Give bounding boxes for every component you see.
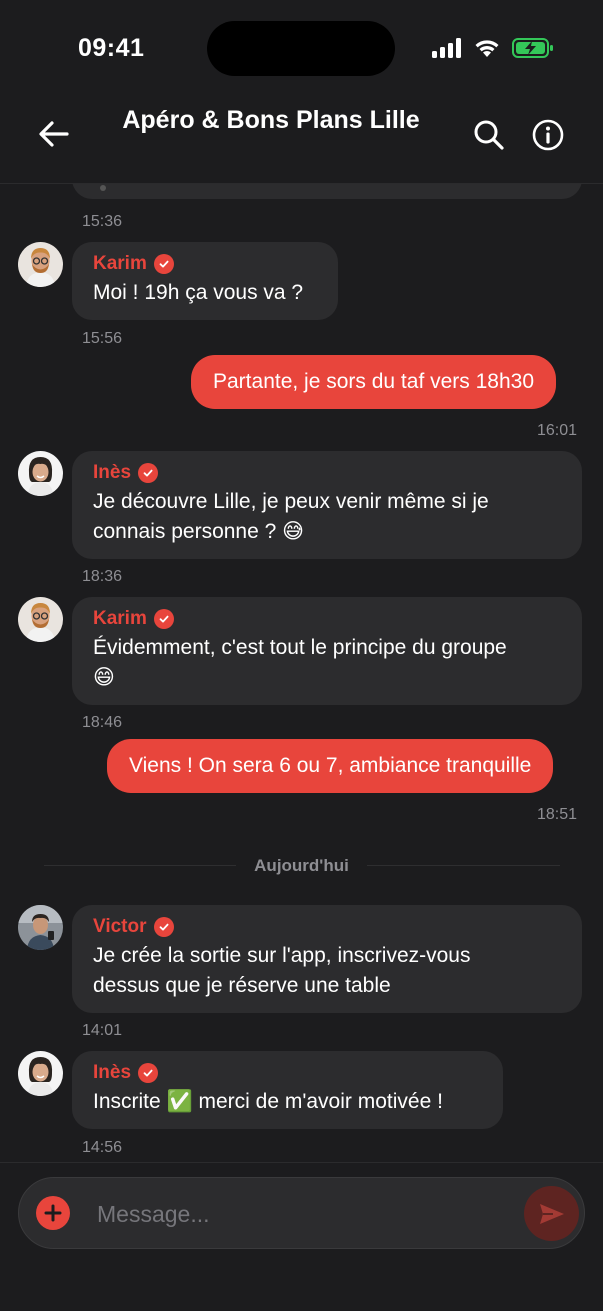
sender-name: Karim bbox=[93, 608, 561, 630]
message-timestamp: 18:36 bbox=[82, 568, 123, 585]
message-text: Je découvre Lille, je peux venir même si… bbox=[93, 487, 561, 547]
search-button[interactable] bbox=[472, 118, 506, 152]
sender-name: Karim bbox=[93, 253, 317, 275]
sender-label: Victor bbox=[93, 916, 147, 937]
sender-label: Inès bbox=[93, 462, 132, 483]
composer bbox=[0, 1162, 603, 1311]
previous-message-bubble bbox=[72, 184, 582, 199]
avatar-ines[interactable] bbox=[18, 451, 63, 496]
send-icon bbox=[539, 1203, 564, 1224]
message-timestamp: 16:01 bbox=[537, 422, 578, 439]
sender-label: Inès bbox=[93, 1062, 132, 1083]
message-bubble[interactable]: Karim Évidemment, c'est tout le principe… bbox=[72, 597, 582, 705]
arrow-left-icon bbox=[39, 121, 69, 147]
sender-name: Inès bbox=[93, 1062, 482, 1084]
add-attachment-button[interactable] bbox=[36, 1196, 70, 1230]
composer-box bbox=[18, 1177, 585, 1249]
info-button[interactable] bbox=[531, 118, 565, 152]
message-bubble[interactable]: Inès Je découvre Lille, je peux venir mê… bbox=[72, 451, 582, 559]
message-text: Inscrite ✅ merci de m'avoir motivée ! bbox=[93, 1090, 443, 1113]
message-text: Moi ! 19h ça vous va ? bbox=[93, 281, 304, 304]
message-input[interactable] bbox=[97, 1196, 507, 1232]
info-icon bbox=[532, 119, 564, 151]
avatar-karim[interactable] bbox=[18, 597, 63, 642]
sender-name: Inès bbox=[93, 462, 561, 484]
message-text: Évidemment, c'est tout le principe du gr… bbox=[93, 633, 561, 693]
avatar-karim[interactable] bbox=[18, 242, 63, 287]
back-button[interactable] bbox=[36, 116, 72, 152]
message-timestamp: 15:36 bbox=[82, 213, 123, 230]
message-timestamp: 18:51 bbox=[537, 806, 578, 823]
message-outgoing[interactable]: Viens ! On sera 6 ou 7, ambiance tranqui… bbox=[107, 739, 554, 793]
send-button[interactable] bbox=[524, 1186, 579, 1241]
message-text-line: 😄 bbox=[93, 666, 115, 689]
avatar-victor[interactable] bbox=[18, 905, 63, 950]
verified-check-icon bbox=[138, 463, 159, 483]
chat-header: Apéro & Bons Plans Lille bbox=[0, 96, 603, 184]
message-bubble[interactable]: Victor Je crée la sortie sur l'app, insc… bbox=[72, 905, 582, 1013]
message-list[interactable]: 15:36 Karim Moi ! 19h ça vous va ? 15:56… bbox=[0, 184, 603, 1162]
status-bar: 09:41 bbox=[0, 0, 603, 96]
sender-label: Karim bbox=[93, 253, 147, 274]
message-timestamp: 18:46 bbox=[82, 714, 123, 731]
message-text-line: Je crée la sortie sur l'app, inscrivez-v… bbox=[93, 944, 471, 967]
message-text: Je crée la sortie sur l'app, inscrivez-v… bbox=[93, 941, 561, 1001]
message-text-line: dessus que je réserve une table bbox=[93, 974, 391, 997]
verified-check-icon bbox=[153, 917, 174, 937]
wifi-icon bbox=[475, 40, 499, 57]
search-icon bbox=[474, 120, 504, 150]
message-text-line: Évidemment, c'est tout le principe du gr… bbox=[93, 636, 507, 659]
message-text-line: connais personne ? 😅 bbox=[93, 520, 305, 543]
day-divider: Aujourd'hui bbox=[0, 856, 603, 876]
plus-icon bbox=[44, 1204, 62, 1222]
message-text-line: Je découvre Lille, je peux venir même si… bbox=[93, 490, 489, 513]
signal-icon bbox=[432, 38, 461, 58]
verified-check-icon bbox=[153, 254, 174, 274]
sender-label: Karim bbox=[93, 608, 147, 629]
message-bubble[interactable]: Karim Moi ! 19h ça vous va ? bbox=[72, 242, 338, 320]
status-time: 09:41 bbox=[78, 34, 145, 62]
message-bubble[interactable]: Inès Inscrite ✅ merci de m'avoir motivée… bbox=[72, 1051, 503, 1129]
message-timestamp: 15:56 bbox=[82, 330, 123, 347]
message-timestamp: 14:01 bbox=[82, 1022, 123, 1039]
dynamic-island bbox=[207, 21, 395, 76]
verified-check-icon bbox=[153, 609, 174, 629]
message-timestamp: 14:56 bbox=[82, 1139, 123, 1156]
sender-name: Victor bbox=[93, 916, 561, 938]
avatar-ines[interactable] bbox=[18, 1051, 63, 1096]
verified-check-icon bbox=[138, 1063, 159, 1083]
group-title[interactable]: Apéro & Bons Plans Lille bbox=[110, 106, 432, 135]
message-outgoing[interactable]: Partante, je sors du taf vers 18h30 bbox=[191, 355, 557, 409]
battery-icon bbox=[512, 38, 553, 58]
status-icons bbox=[432, 38, 554, 58]
day-divider-label: Aujourd'hui bbox=[236, 856, 367, 875]
